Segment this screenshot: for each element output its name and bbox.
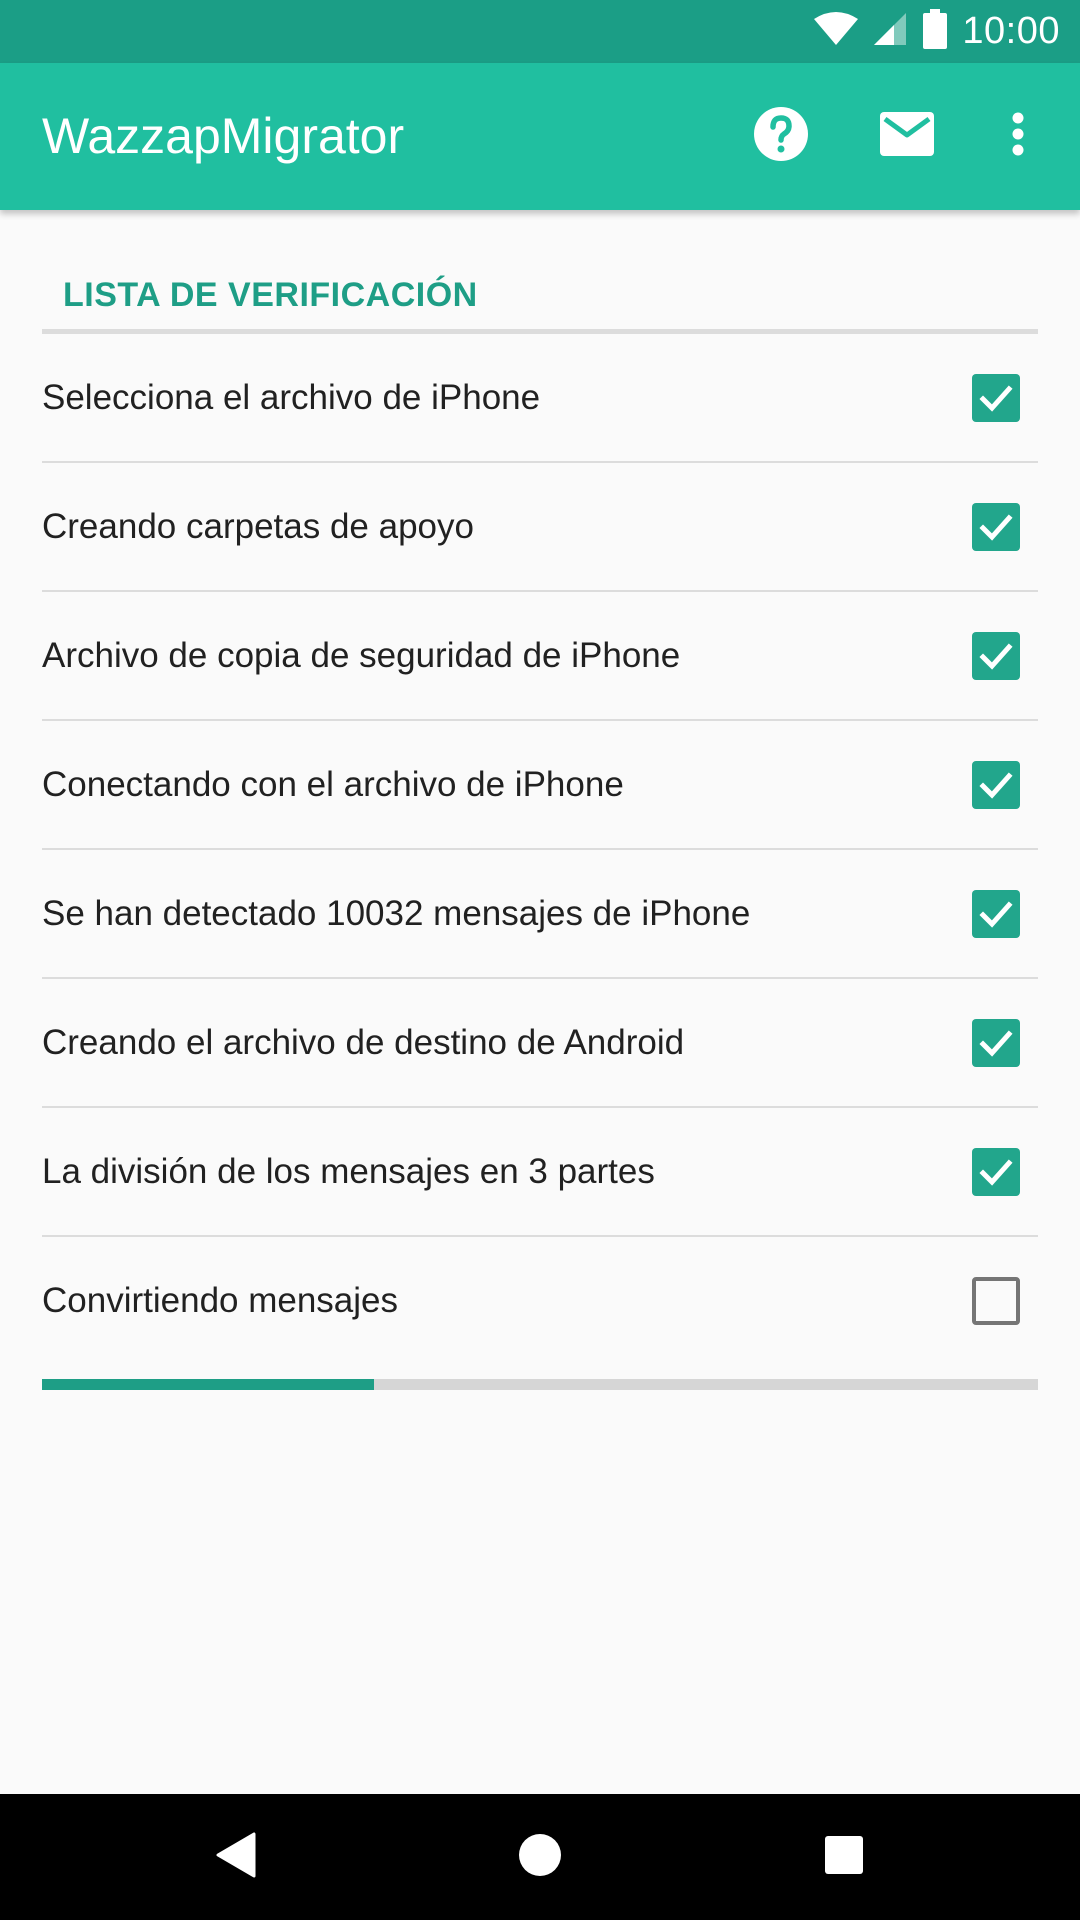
app-actions (726, 63, 1080, 210)
checkbox-checked[interactable] (972, 373, 1020, 422)
checkbox-checked[interactable] (972, 1147, 1020, 1196)
check-icon (979, 1158, 1013, 1186)
back-button[interactable] (176, 1794, 296, 1920)
help-icon (753, 106, 809, 167)
check-icon (979, 900, 1013, 928)
status-bar: 10:00 (0, 0, 1080, 63)
check-icon (979, 384, 1013, 412)
home-button[interactable] (480, 1794, 600, 1920)
mail-icon (879, 111, 935, 162)
recents-button[interactable] (784, 1794, 904, 1920)
checklist-item: La división de los mensajes en 3 partes (42, 1108, 1038, 1237)
progress-fill (42, 1379, 374, 1390)
status-icons: 10:00 (814, 0, 1060, 63)
checklist-item: Se han detectado 10032 mensajes de iPhon… (42, 850, 1038, 979)
section-header: LISTA DE VERIFICACIÓN (63, 276, 478, 314)
cell-signal-icon (872, 11, 908, 52)
checkbox-checked[interactable] (972, 631, 1020, 680)
wifi-icon (814, 11, 859, 52)
checklist-item-label: Se han detectado 10032 mensajes de iPhon… (42, 893, 751, 933)
home-icon (518, 1833, 562, 1882)
battery-icon (922, 9, 948, 54)
help-button[interactable] (726, 82, 836, 192)
app-title: WazzapMigrator (42, 108, 405, 164)
check-icon (979, 771, 1013, 799)
checklist-item-label: Convirtiendo mensajes (42, 1280, 399, 1320)
recents-icon (824, 1835, 864, 1880)
checkbox-checked[interactable] (972, 760, 1020, 809)
checklist-item-label: La división de los mensajes en 3 partes (42, 1151, 655, 1191)
status-time: 10:00 (962, 10, 1060, 52)
app-bar: WazzapMigrator (0, 63, 1080, 210)
back-icon (216, 1832, 256, 1883)
checklist-item-label: Creando carpetas de apoyo (42, 506, 474, 546)
checklist-item: Conectando con el archivo de iPhone (42, 721, 1038, 850)
navigation-bar (0, 1794, 1080, 1920)
checkbox-checked[interactable] (972, 1018, 1020, 1067)
progress-bar (42, 1379, 1038, 1390)
checklist: Selecciona el archivo de iPhone Creando c… (42, 334, 1038, 1364)
more-vert-icon (1012, 112, 1024, 161)
checklist-item: Creando carpetas de apoyo (42, 463, 1038, 592)
more-options-button[interactable] (978, 82, 1058, 192)
checkbox-checked[interactable] (972, 502, 1020, 551)
check-icon (979, 1029, 1013, 1057)
checklist-item: Creando el archivo de destino de Android (42, 979, 1038, 1108)
checkbox-unchecked[interactable] (972, 1276, 1020, 1325)
checklist-item-label: Archivo de copia de seguridad de iPhone (42, 635, 681, 675)
check-icon (979, 513, 1013, 541)
mail-button[interactable] (852, 82, 962, 192)
checklist-item: Archivo de copia de seguridad de iPhone (42, 592, 1038, 721)
checklist-item-label: Conectando con el archivo de iPhone (42, 764, 624, 804)
checklist-item: Convirtiendo mensajes (42, 1237, 1038, 1364)
checkbox-checked[interactable] (972, 889, 1020, 938)
check-icon (979, 642, 1013, 670)
checklist-item-label: Creando el archivo de destino de Android (42, 1022, 685, 1062)
checklist-item-label: Selecciona el archivo de iPhone (42, 377, 541, 417)
checklist-item: Selecciona el archivo de iPhone (42, 334, 1038, 463)
